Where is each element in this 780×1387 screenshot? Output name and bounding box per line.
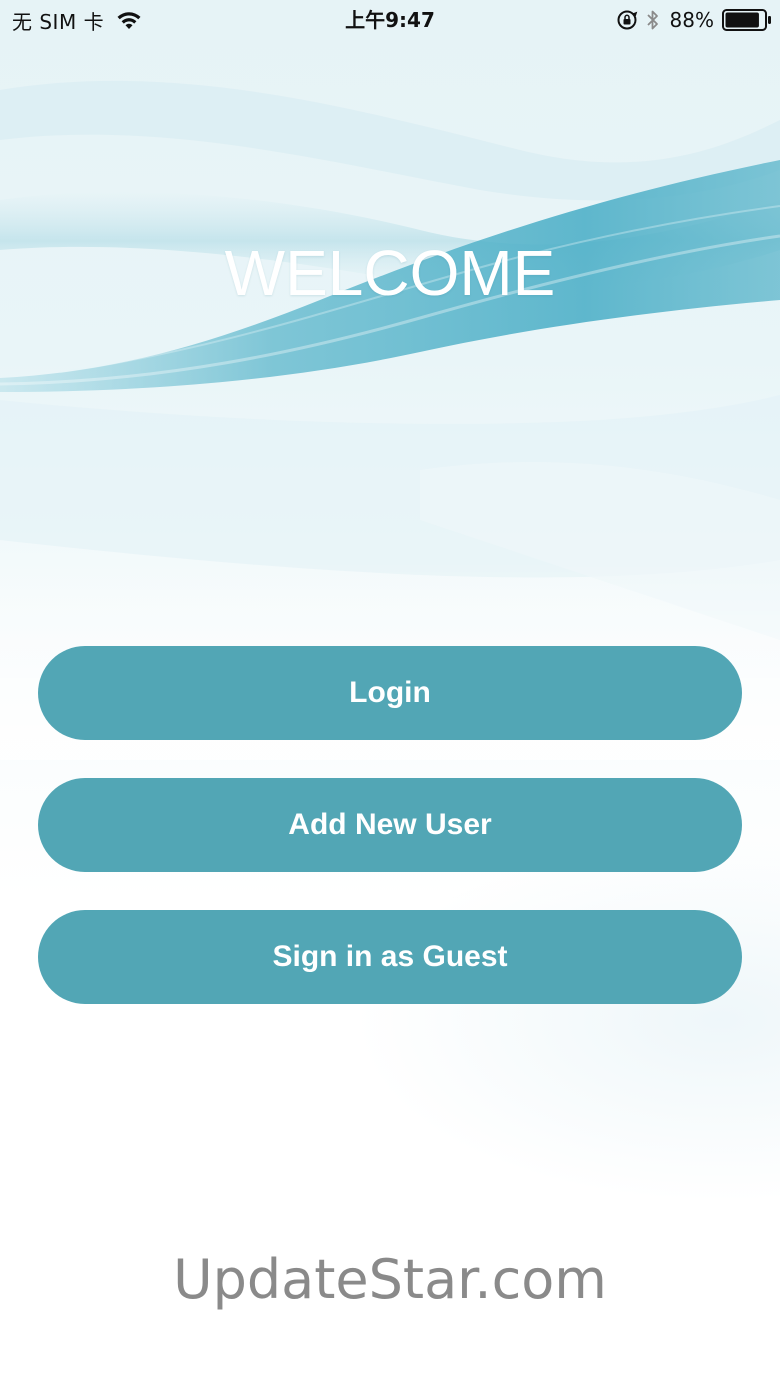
sign-in-as-guest-button[interactable]: Sign in as Guest — [38, 910, 742, 1004]
login-button[interactable]: Login — [38, 646, 742, 740]
watermark: UpdateStar.com — [173, 1248, 607, 1311]
status-bar-right: 88% — [616, 6, 772, 34]
welcome-title: WELCOME — [224, 237, 556, 309]
status-bar: 无 SIM 卡 上午9:47 88% — [0, 0, 780, 40]
battery-icon — [722, 9, 771, 31]
battery-percent: 88% — [669, 8, 714, 32]
orientation-lock-icon — [617, 10, 637, 30]
welcome-screen: 无 SIM 卡 上午9:47 88% WELCOME Login Add New… — [0, 0, 780, 1387]
add-new-user-button[interactable]: Add New User — [38, 778, 742, 872]
bluetooth-icon — [646, 10, 658, 30]
